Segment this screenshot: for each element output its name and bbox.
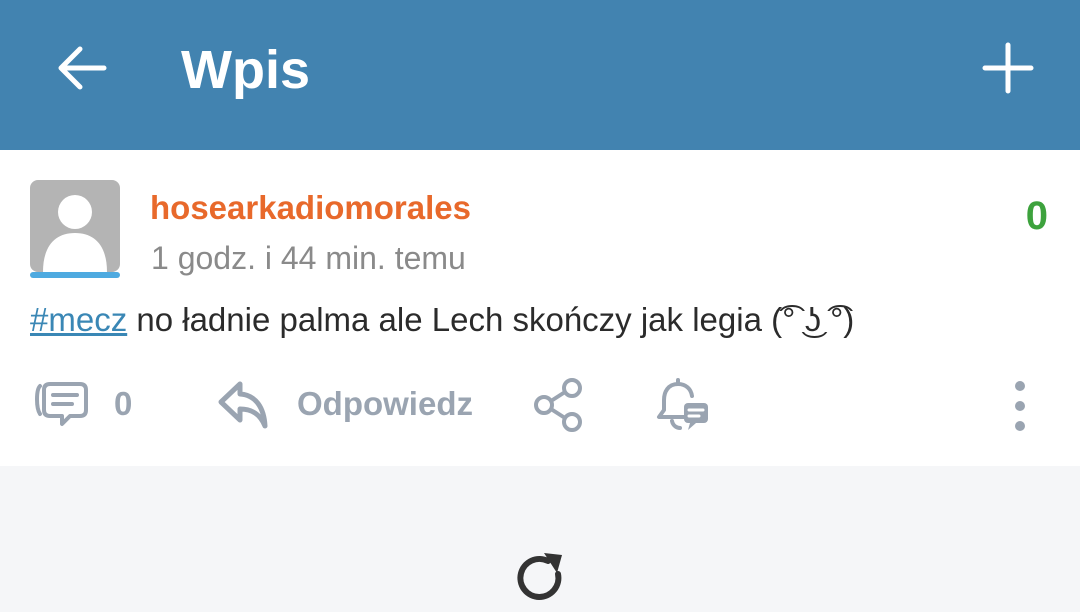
- action-bar: 0 Odpowiedz: [0, 376, 1080, 436]
- share-button[interactable]: [530, 376, 588, 434]
- post-body: #mecz no ładnie palma ale Lech skończy j…: [30, 299, 854, 341]
- bell-comment-icon: [657, 378, 708, 430]
- more-vertical-icon: [1015, 381, 1025, 431]
- post-time: 1 godz. i 44 min. temu: [151, 240, 466, 276]
- user-placeholder-icon: [43, 195, 107, 272]
- add-button[interactable]: [976, 36, 1040, 100]
- refresh-button[interactable]: [512, 549, 570, 607]
- back-button[interactable]: [50, 36, 114, 100]
- hashtag-link[interactable]: #mecz: [30, 301, 127, 338]
- author-name[interactable]: hosearkadiomorales: [150, 188, 471, 228]
- comments-count[interactable]: 0: [114, 384, 132, 424]
- reply-icon: [218, 381, 268, 429]
- more-options-button[interactable]: [1000, 378, 1040, 434]
- comments-button[interactable]: [32, 378, 90, 430]
- app-bar: Wpis: [0, 0, 1080, 150]
- plus-icon: [982, 42, 1034, 94]
- arrow-left-icon: [58, 46, 107, 90]
- avatar-gender-bar: [30, 272, 120, 278]
- reply-icon-button[interactable]: [216, 378, 272, 430]
- avatar[interactable]: [30, 180, 120, 272]
- share-icon: [534, 378, 582, 432]
- notify-button[interactable]: [654, 376, 712, 434]
- page-title: Wpis: [181, 40, 310, 100]
- post-text: no ładnie palma ale Lech skończy jak leg…: [127, 301, 855, 338]
- reply-button[interactable]: Odpowiedz: [297, 384, 473, 424]
- refresh-icon: [517, 553, 562, 600]
- comments-icon: [35, 382, 88, 426]
- entry-card: hosearkadiomorales 1 godz. i 44 min. tem…: [0, 150, 1080, 466]
- vote-count[interactable]: 0: [1026, 194, 1048, 238]
